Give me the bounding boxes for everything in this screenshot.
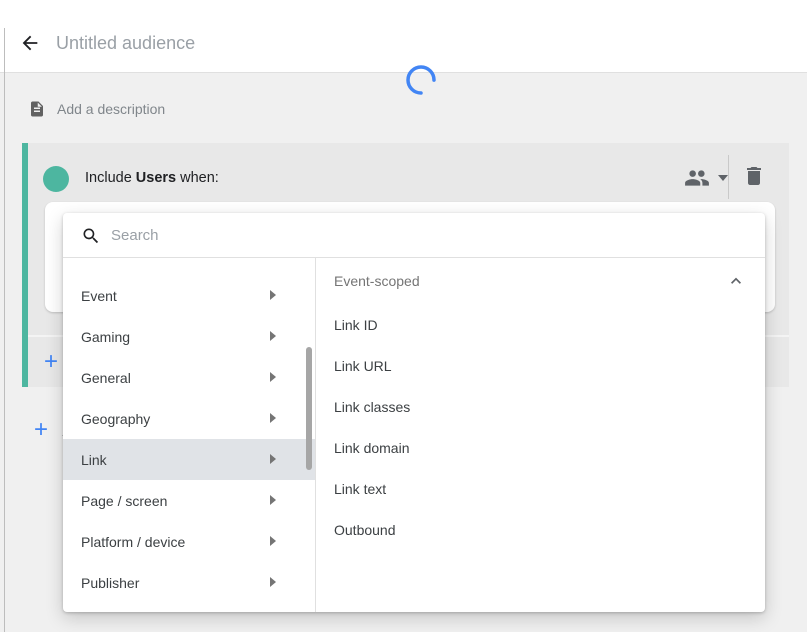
submenu-arrow-icon bbox=[270, 372, 276, 382]
category-label: Gaming bbox=[81, 329, 130, 345]
category-label: General bbox=[81, 370, 131, 386]
plus-icon: + bbox=[34, 416, 48, 444]
category-label: Link bbox=[81, 452, 107, 468]
top-bar bbox=[0, 0, 807, 73]
dimension-item[interactable]: Link domain bbox=[316, 427, 765, 468]
dimension-item[interactable]: Link classes bbox=[316, 386, 765, 427]
dimension-item[interactable]: Link ID bbox=[316, 304, 765, 345]
dimension-label: Link ID bbox=[334, 317, 378, 333]
category-scrollbar-thumb[interactable] bbox=[306, 347, 312, 470]
search-row bbox=[63, 213, 765, 258]
category-item[interactable]: Link bbox=[63, 439, 315, 480]
dimension-label: Link URL bbox=[334, 358, 392, 374]
include-statement: Include Users when: bbox=[85, 170, 219, 186]
dimension-item[interactable]: Outbound bbox=[316, 509, 765, 550]
caret-down-icon bbox=[718, 175, 728, 181]
add-condition-button[interactable]: + bbox=[44, 349, 58, 375]
picker-columns: Event Gaming General Geography Link Page… bbox=[63, 258, 765, 612]
chevron-up-icon[interactable] bbox=[726, 271, 746, 291]
category-item[interactable]: Platform / device bbox=[63, 521, 315, 562]
dimension-label: Link text bbox=[334, 481, 386, 497]
loading-spinner-icon bbox=[405, 64, 437, 96]
submenu-arrow-icon bbox=[270, 413, 276, 423]
category-item[interactable]: Page / screen bbox=[63, 480, 315, 521]
dimension-item[interactable]: Link text bbox=[316, 468, 765, 509]
category-label: Geography bbox=[81, 411, 150, 427]
people-icon bbox=[684, 165, 710, 191]
submenu-arrow-icon bbox=[270, 454, 276, 464]
header-divider bbox=[728, 155, 729, 199]
audience-builder-screen: Add a description Include Users when: + … bbox=[0, 0, 807, 632]
sheet-left-border bbox=[4, 28, 5, 632]
include-prefix: Include bbox=[85, 170, 136, 186]
include-indicator-dot bbox=[43, 166, 69, 192]
description-row[interactable]: Add a description bbox=[0, 90, 807, 130]
dimension-items: Link ID Link URL Link classes Link domai… bbox=[316, 304, 765, 550]
group-header[interactable]: Event-scoped bbox=[316, 258, 765, 304]
include-subject: Users bbox=[136, 170, 176, 186]
document-icon bbox=[28, 98, 46, 120]
category-item[interactable]: Event bbox=[63, 275, 315, 316]
category-item[interactable]: Publisher bbox=[63, 562, 315, 603]
dimension-label: Outbound bbox=[334, 522, 396, 538]
dimension-label: Link classes bbox=[334, 399, 410, 415]
dimension-list: Event-scoped Link ID Link URL Link class… bbox=[316, 258, 765, 612]
submenu-arrow-icon bbox=[270, 290, 276, 300]
submenu-arrow-icon bbox=[270, 536, 276, 546]
dimension-item[interactable]: Link URL bbox=[316, 345, 765, 386]
back-button[interactable] bbox=[19, 32, 41, 54]
submenu-arrow-icon bbox=[270, 331, 276, 341]
audience-title-input[interactable] bbox=[56, 27, 476, 59]
group-label: Event-scoped bbox=[334, 273, 420, 289]
category-label: Page / screen bbox=[81, 493, 167, 509]
category-list: Event Gaming General Geography Link Page… bbox=[63, 258, 315, 612]
submenu-arrow-icon bbox=[270, 577, 276, 587]
search-input[interactable] bbox=[111, 221, 731, 250]
category-label: Platform / device bbox=[81, 534, 185, 550]
submenu-arrow-icon bbox=[270, 495, 276, 505]
delete-card-button[interactable] bbox=[742, 163, 766, 189]
search-icon bbox=[81, 226, 101, 246]
arrow-left-icon bbox=[19, 32, 41, 54]
category-item[interactable]: General bbox=[63, 357, 315, 398]
trash-icon bbox=[742, 163, 766, 189]
category-label: Publisher bbox=[81, 575, 139, 591]
dimension-picker-panel: Event Gaming General Geography Link Page… bbox=[63, 213, 765, 612]
include-suffix: when: bbox=[176, 170, 219, 186]
description-label: Add a description bbox=[57, 101, 165, 117]
category-label: Event bbox=[81, 288, 117, 304]
dimension-label: Link domain bbox=[334, 440, 410, 456]
category-item[interactable]: Gaming bbox=[63, 316, 315, 357]
category-item[interactable]: Geography bbox=[63, 398, 315, 439]
